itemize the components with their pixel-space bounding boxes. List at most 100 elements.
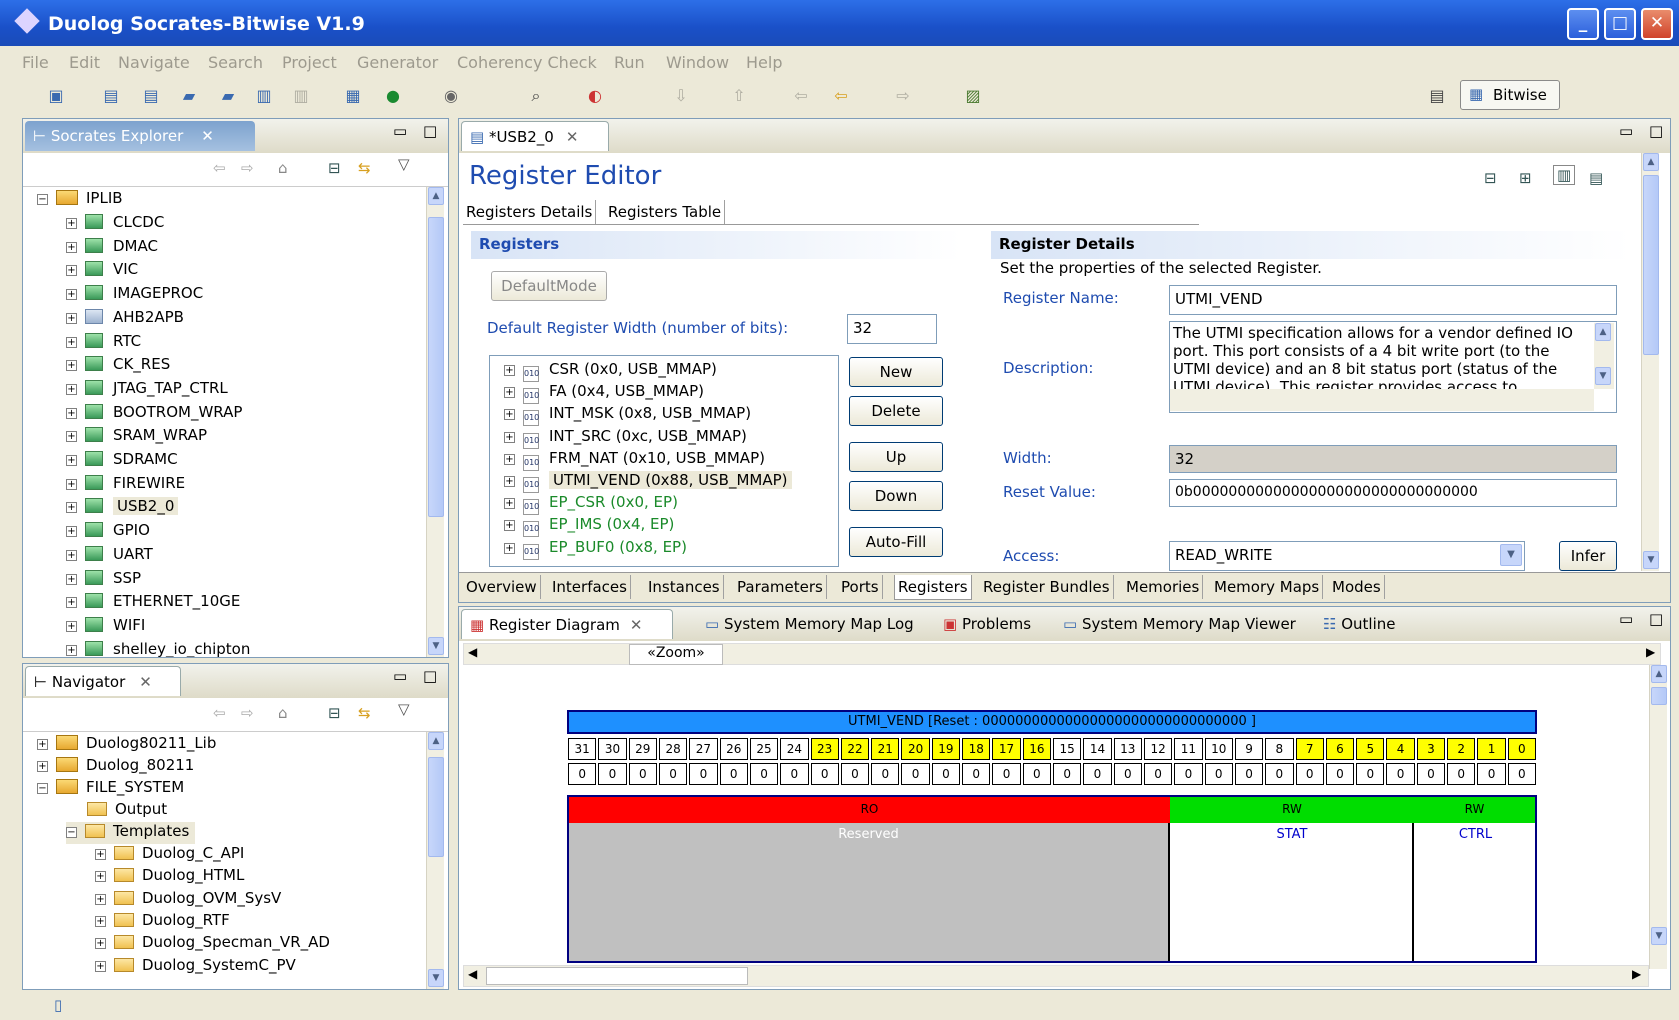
scroll-up-icon[interactable]: ▲ [1643, 153, 1659, 171]
back-icon[interactable]: ⇦ [213, 159, 226, 177]
new-wizard-icon[interactable]: ▣ [45, 85, 67, 107]
expand-icon[interactable]: + [66, 573, 77, 585]
menu-navigate[interactable]: Navigate [118, 53, 190, 72]
collapse-icon[interactable]: − [66, 827, 77, 838]
expand-icon[interactable]: + [504, 498, 515, 510]
minimize-button[interactable]: _ [1567, 8, 1599, 40]
tree-item[interactable]: + shelley_io_chipton [66, 640, 250, 657]
tree-item[interactable]: + CLCDC [66, 213, 164, 235]
layout-rows-icon[interactable]: ▤ [1589, 169, 1603, 187]
subtab-registers-table[interactable]: Registers Table [605, 200, 726, 224]
menu-generator[interactable]: Generator [357, 53, 438, 72]
back-icon[interactable]: ⇦ [213, 704, 226, 722]
expand-icon[interactable]: + [504, 365, 515, 376]
scroll-left-icon[interactable]: ◀ [468, 645, 477, 659]
expand-icon[interactable]: + [95, 915, 106, 927]
expand-icon[interactable]: + [95, 893, 106, 905]
tree-item[interactable]: + Duolog_80211 [37, 756, 194, 778]
scroll-down-icon[interactable]: ▼ [428, 637, 444, 655]
expand-icon[interactable]: ⊞ [1519, 169, 1532, 187]
collapse-icon[interactable]: ⊟ [1484, 169, 1497, 187]
new-register-icon[interactable]: ▤ [100, 85, 122, 107]
tab-memory-maps[interactable]: Memory Maps [1211, 575, 1324, 599]
diagram-hscrollbar[interactable]: ◀ ▶ [463, 965, 1649, 987]
run-icon[interactable]: ● [382, 85, 404, 107]
layout-columns-icon[interactable]: ▥ [1553, 165, 1576, 185]
scroll-down-icon[interactable]: ▼ [1595, 367, 1611, 385]
expand-icon[interactable]: + [66, 549, 77, 561]
tree-item[interactable]: + BOOTROM_WRAP [66, 403, 242, 425]
forward-icon[interactable]: ⇨ [241, 704, 254, 722]
tab-memories[interactable]: Memories [1123, 575, 1204, 599]
close-icon[interactable]: ✕ [566, 128, 579, 146]
description-hscrollbar[interactable] [1170, 389, 1594, 411]
expand-icon[interactable]: + [504, 476, 515, 487]
generate-icon[interactable]: ◉ [440, 85, 462, 107]
expand-icon[interactable]: + [66, 383, 77, 395]
tab-navigator[interactable]: ⊢ Navigator ✕ [25, 666, 181, 696]
expand-icon[interactable]: + [66, 478, 77, 490]
tree-item[interactable]: + Duolog_SystemC_PV [95, 956, 296, 978]
tab-overview[interactable]: Overview [463, 575, 541, 599]
expand-icon[interactable]: + [504, 542, 515, 554]
tree-item[interactable]: + VIC [66, 260, 138, 282]
close-icon[interactable]: ✕ [630, 616, 643, 634]
expand-icon[interactable]: + [95, 871, 106, 883]
expand-icon[interactable]: + [66, 644, 77, 656]
tree-item[interactable]: + Duolog80211_Lib [37, 734, 216, 756]
tab-parameters[interactable]: Parameters [734, 575, 827, 599]
expand-icon[interactable]: + [504, 453, 515, 465]
tree-item[interactable]: + Duolog_C_API [95, 844, 244, 866]
minimize-view-icon[interactable]: ▭ [1619, 122, 1633, 140]
tree-item[interactable]: + Duolog_RTF [95, 911, 230, 933]
register-list-item[interactable]: +010 FRM_NAT (0x10, USB_MMAP) [504, 449, 765, 471]
diagram-top-scrollbar[interactable]: ◀ ▶ «Zoom» [463, 643, 1661, 665]
expand-icon[interactable]: + [66, 455, 77, 466]
expand-icon[interactable]: + [66, 431, 77, 443]
expand-icon[interactable]: + [66, 620, 77, 632]
description-scrollbar[interactable]: ▲ ▼ [1594, 323, 1614, 389]
menu-edit[interactable]: Edit [69, 53, 100, 72]
maximize-view-icon[interactable]: □ [1649, 610, 1663, 628]
tree-item[interactable]: + DMAC [66, 237, 158, 259]
default-mode-button[interactable]: DefaultMode [491, 271, 607, 301]
tab-system-memory-map-viewer[interactable]: ▭ System Memory Map Viewer [1055, 609, 1306, 639]
scroll-thumb[interactable] [428, 757, 444, 857]
collapse-all-icon[interactable]: ⊟ [328, 704, 341, 722]
register-list-item[interactable]: +010 INT_MSK (0x8, USB_MMAP) [504, 404, 751, 427]
infer-button[interactable]: Infer [1559, 541, 1617, 571]
expand-icon[interactable]: + [66, 241, 77, 253]
expand-icon[interactable]: + [66, 360, 77, 372]
tree-item[interactable]: − FILE_SYSTEM [37, 778, 184, 800]
scroll-thumb[interactable] [428, 217, 444, 517]
expand-icon[interactable]: + [66, 526, 77, 538]
scroll-left-icon[interactable]: ◀ [468, 967, 477, 981]
field-ctrl[interactable]: CTRL [1416, 823, 1535, 961]
tree-item[interactable]: + Duolog_Specman_VR_AD [95, 933, 330, 955]
close-icon[interactable]: ✕ [139, 673, 152, 691]
collapse-icon[interactable]: − [37, 783, 48, 794]
tab-registers[interactable]: Registers [894, 575, 972, 600]
explorer-scrollbar[interactable]: ▲ ▼ [426, 187, 444, 657]
forward-icon[interactable]: ⇨ [241, 159, 254, 177]
minimize-view-icon[interactable]: ▭ [1619, 610, 1633, 628]
tree-item[interactable]: + Duolog_OVM_SysV [95, 889, 281, 911]
chevron-down-icon[interactable]: ▼ [1500, 544, 1522, 566]
expand-icon[interactable]: + [66, 597, 77, 609]
home-icon[interactable]: ⌂ [278, 159, 288, 177]
register-list-item[interactable]: +010 INT_SRC (0xc, USB_MMAP) [504, 427, 747, 449]
expand-icon[interactable]: + [66, 336, 77, 348]
tree-root[interactable]: − IPLIB [37, 189, 123, 211]
menu-help[interactable]: Help [746, 53, 782, 72]
tree-item[interactable]: + SSP [66, 569, 141, 591]
tree-item[interactable]: + IMAGEPROC [66, 284, 203, 306]
diagram-vscrollbar[interactable]: ▲ ▼ [1649, 665, 1667, 969]
tree-item[interactable]: + RTC [66, 332, 141, 354]
back-icon[interactable]: ⇦ [830, 85, 852, 107]
new-component-icon[interactable]: ▤ [140, 85, 162, 107]
expand-icon[interactable]: + [95, 849, 106, 860]
tab-modes[interactable]: Modes [1329, 575, 1385, 599]
tree-item[interactable]: Output [87, 800, 167, 822]
minimize-view-icon[interactable]: ▭ [393, 667, 407, 685]
print-icon[interactable]: ▥ [290, 85, 312, 107]
